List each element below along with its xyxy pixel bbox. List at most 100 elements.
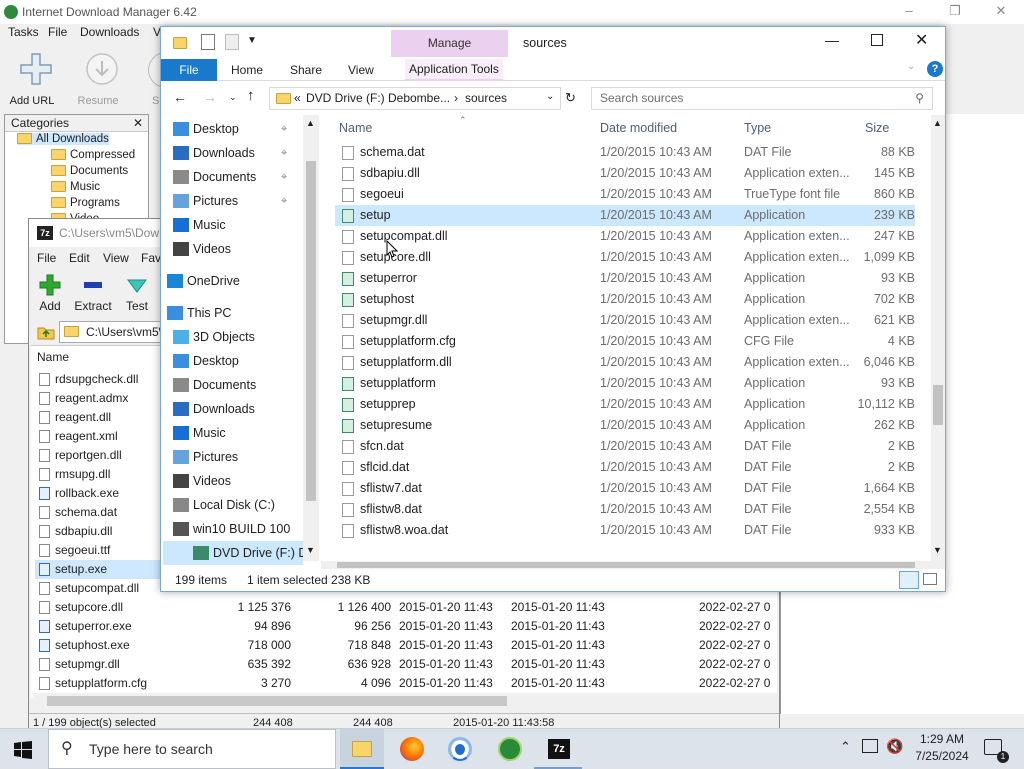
forward-arrow-icon[interactable]: → — [203, 89, 217, 105]
help-icon[interactable]: ? — [927, 61, 943, 77]
nav-item[interactable]: Pictures ⌖ — [173, 189, 287, 213]
7zip-file-row[interactable]: setuperror.exe 94 896 96 256 2015-01-20 11:… — [35, 617, 770, 636]
idm-minimize-button[interactable]: – — [886, 0, 932, 24]
volume-muted-icon[interactable]: 🔇 — [886, 738, 903, 755]
7zip-menu-favorites[interactable]: Fav — [141, 251, 161, 265]
new-folder-icon[interactable] — [225, 34, 239, 50]
file-row[interactable]: setupprep 1/20/2015 10:43 AM Application 10… — [335, 394, 915, 415]
column-name[interactable]: Name — [339, 121, 372, 135]
show-hidden-icons-chevron-icon[interactable]: ⌃ — [840, 739, 851, 755]
add-url-button[interactable]: Add URL — [7, 52, 57, 108]
idm-menu-file[interactable]: File — [48, 25, 67, 39]
breadcrumb-drive[interactable]: DVD Drive (F:) Debombe... — [306, 91, 450, 105]
file-row[interactable]: setupplatform.dll 1/20/2015 10:43 AM Appli… — [335, 352, 915, 373]
column-size[interactable]: Size — [865, 121, 889, 135]
nav-item[interactable]: Local Disk (C:) — [173, 493, 275, 517]
file-row[interactable]: sflistw8.dat 1/20/2015 10:43 AM DAT File 2,… — [335, 499, 915, 520]
nav-item[interactable]: Downloads — [173, 397, 255, 421]
nav-item[interactable]: Desktop — [173, 349, 239, 373]
properties-icon[interactable] — [201, 34, 215, 50]
idm-menu-tasks[interactable]: Tasks — [8, 25, 39, 39]
tab-view[interactable]: View — [348, 63, 374, 77]
file-row[interactable]: sdbapiu.dll 1/20/2015 10:43 AM Application… — [335, 163, 915, 184]
search-input[interactable]: Search sources ⚲ — [591, 87, 933, 110]
7zip-menu-file[interactable]: File — [37, 251, 56, 265]
categories-close-icon[interactable]: ✕ — [133, 115, 143, 131]
idm-maximize-button[interactable]: ❐ — [932, 0, 978, 24]
file-row[interactable]: setuphost 1/20/2015 10:43 AM Application 70… — [335, 289, 915, 310]
scrollbar-thumb[interactable] — [337, 562, 915, 568]
clock-time[interactable]: 1:29 AM — [914, 732, 970, 746]
scroll-up-icon[interactable]: ▲ — [933, 118, 942, 128]
scroll-down-icon[interactable]: ▼ — [306, 545, 315, 555]
file-row[interactable]: setuperror 1/20/2015 10:43 AM Application 9… — [335, 268, 915, 289]
recent-locations-chevron-icon[interactable]: ⌄ — [229, 92, 237, 103]
folder-up-icon[interactable] — [37, 323, 55, 341]
column-type[interactable]: Type — [744, 121, 771, 135]
nav-item[interactable]: Documents — [173, 373, 256, 397]
up-arrow-icon[interactable]: ↑ — [247, 87, 255, 104]
7zip-column-name[interactable]: Name — [37, 350, 69, 364]
7zip-file-row[interactable]: setuphost.exe 718 000 718 848 2015-01-20 11… — [35, 636, 770, 655]
nav-item[interactable]: Desktop ⌖ — [173, 117, 287, 141]
explorer-maximize-button[interactable] — [871, 34, 883, 46]
category-compressed[interactable]: Compressed — [51, 149, 135, 161]
column-date-modified[interactable]: Date modified — [600, 121, 677, 135]
scrollbar-thumb[interactable] — [933, 385, 943, 425]
ribbon-expand-icon[interactable]: ⌄ — [907, 61, 915, 72]
pin-icon[interactable]: ⌖ — [281, 189, 287, 213]
large-icons-view-icon[interactable] — [923, 573, 937, 585]
scrollbar-thumb[interactable] — [47, 696, 507, 706]
file-row[interactable]: setup 1/20/2015 10:43 AM Application 239 KB — [335, 205, 915, 226]
7zip-file-row[interactable]: setupmgr.dll 635 392 636 928 2015-01-20 11:… — [35, 655, 770, 674]
idm-taskbar-icon[interactable] — [498, 737, 522, 761]
explorer-close-button[interactable]: ✕ — [915, 30, 928, 50]
category-all-downloads[interactable]: All Downloads — [17, 133, 109, 145]
tab-home[interactable]: Home — [231, 63, 263, 77]
breadcrumb-overflow[interactable]: « — [294, 91, 301, 105]
breadcrumb-folder[interactable]: sources — [465, 91, 507, 105]
manage-tab[interactable]: Manage — [391, 30, 508, 57]
taskbar-search-input[interactable]: ⚲ Type here to search — [48, 729, 336, 769]
taskbar-file-explorer-button[interactable] — [340, 729, 384, 769]
nav-pane-scrollbar[interactable]: ▲ ▼ — [303, 115, 319, 561]
nav-item[interactable]: Music — [173, 213, 226, 237]
7zip-horizontal-scrollbar[interactable] — [33, 693, 777, 709]
scrollbar-thumb[interactable] — [306, 161, 316, 501]
category-music[interactable]: Music — [51, 181, 100, 193]
file-row[interactable]: schema.dat 1/20/2015 10:43 AM DAT File 88 K… — [335, 142, 915, 163]
back-arrow-icon[interactable]: ← — [173, 89, 187, 105]
quick-access-dropdown-icon[interactable]: ▼ — [247, 35, 257, 46]
nav-item[interactable]: OneDrive — [167, 269, 240, 293]
nav-item[interactable]: Pictures — [173, 445, 238, 469]
details-view-icon[interactable] — [899, 571, 919, 589]
file-row[interactable]: sflcid.dat 1/20/2015 10:43 AM DAT File 2 KB — [335, 457, 915, 478]
address-bar[interactable]: « DVD Drive (F:) Debombe... › sources ⌄ — [269, 87, 561, 110]
address-dropdown-icon[interactable]: ⌄ — [546, 91, 554, 102]
file-row[interactable]: sfcn.dat 1/20/2015 10:43 AM DAT File 2 KB — [335, 436, 915, 457]
nav-item[interactable]: Videos — [173, 237, 231, 261]
tab-share[interactable]: Share — [290, 63, 322, 77]
scroll-down-icon[interactable]: ▼ — [933, 545, 942, 555]
file-row[interactable]: setupmgr.dll 1/20/2015 10:43 AM Applicatio… — [335, 310, 915, 331]
file-row[interactable]: segoeui 1/20/2015 10:43 AM TrueType font f… — [335, 184, 915, 205]
pin-icon[interactable]: ⌖ — [281, 117, 287, 141]
7zip-test-button[interactable]: Test — [123, 274, 151, 313]
file-row[interactable]: setupcompat.dll 1/20/2015 10:43 AM Applica… — [335, 226, 915, 247]
7zip-menu-view[interactable]: View — [103, 251, 129, 265]
pin-icon[interactable]: ⌖ — [281, 141, 287, 165]
7zip-add-button[interactable]: Add — [37, 274, 63, 313]
file-row[interactable]: setupplatform.cfg 1/20/2015 10:43 AM CFG F… — [335, 331, 915, 352]
category-documents[interactable]: Documents — [51, 165, 128, 177]
nav-item[interactable]: 3D Objects — [173, 325, 255, 349]
file-row[interactable]: setupplatform 1/20/2015 10:43 AM Applicati… — [335, 373, 915, 394]
clock-date[interactable]: 7/25/2024 — [910, 749, 974, 763]
tab-application-tools[interactable]: Application Tools — [405, 59, 503, 81]
category-programs[interactable]: Programs — [51, 197, 120, 209]
nav-item[interactable]: Documents ⌖ — [173, 165, 287, 189]
network-icon[interactable] — [862, 739, 878, 753]
taskbar-7zip-button[interactable]: 7z — [534, 729, 582, 769]
idm-close-button[interactable]: ✕ — [978, 0, 1024, 24]
file-row[interactable]: setupresume 1/20/2015 10:43 AM Application… — [335, 415, 915, 436]
nav-item[interactable]: win10 BUILD 100 — [173, 517, 290, 541]
